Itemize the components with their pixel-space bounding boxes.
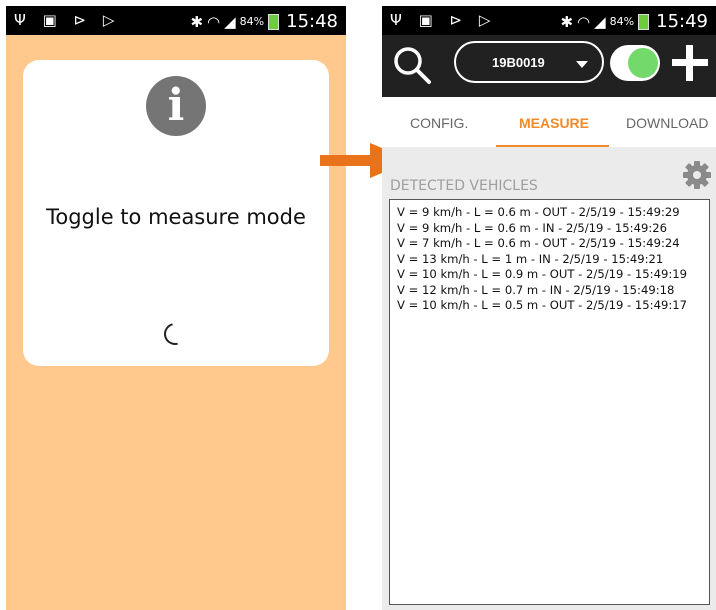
list-item: V = 10 km/h - L = 0.9 m - OUT - 2/5/19 -… bbox=[397, 267, 687, 281]
app-toolbar: 19B0019 bbox=[382, 35, 716, 97]
left-phone-screen: Ψ ▣ ⊳ ▷ ✱ ◠ ◢ 84% 15:48 i Toggle to meas… bbox=[6, 6, 346, 610]
status-bar: Ψ ▣ ⊳ ▷ ✱ ◠ ◢ 84% 15:49 bbox=[382, 6, 716, 35]
bluetooth-icon: ✱ bbox=[560, 12, 574, 31]
status-notification-icons: Ψ ▣ ⊳ ▷ bbox=[14, 11, 121, 29]
list-item: V = 7 km/h - L = 0.6 m - OUT - 2/5/19 - … bbox=[397, 236, 680, 250]
dialog-message: Toggle to measure mode bbox=[46, 205, 306, 229]
battery-icon bbox=[638, 13, 650, 30]
plus-icon[interactable] bbox=[670, 43, 710, 83]
list-item: V = 13 km/h - L = 1 m - IN - 2/5/19 - 15… bbox=[397, 251, 664, 266]
search-icon[interactable] bbox=[392, 45, 432, 85]
status-right-group: ✱ ◠ ◢ 84% 15:48 bbox=[190, 11, 338, 32]
device-select[interactable]: 19B0019 bbox=[454, 41, 604, 83]
info-icon: i bbox=[146, 76, 206, 136]
tab-measure[interactable]: MEASURE bbox=[519, 115, 589, 131]
tab-bar: CONFIG. MEASURE DOWNLOAD bbox=[382, 97, 716, 147]
section-title: DETECTED VEHICLES bbox=[390, 178, 538, 194]
wifi-icon: ◠ bbox=[577, 12, 591, 31]
detected-vehicles-list[interactable]: V = 9 km/h - L = 0.6 m - OUT - 2/5/19 - … bbox=[389, 199, 710, 605]
info-dialog: i Toggle to measure mode bbox=[23, 60, 329, 366]
bluetooth-icon: ✱ bbox=[190, 12, 204, 31]
status-bar: Ψ ▣ ⊳ ▷ ✱ ◠ ◢ 84% 15:48 bbox=[6, 6, 346, 35]
list-item: V = 12 km/h - L = 0.7 m - IN - 2/5/19 - … bbox=[397, 282, 675, 297]
status-time: 15:48 bbox=[286, 11, 338, 32]
battery-icon bbox=[268, 13, 280, 30]
status-notification-icons: Ψ ▣ ⊳ ▷ bbox=[390, 11, 497, 29]
wifi-icon: ◠ bbox=[207, 12, 221, 31]
active-tab-indicator bbox=[496, 145, 609, 147]
battery-percent: 84% bbox=[239, 15, 265, 28]
status-right-group: ✱ ◠ ◢ 84% 15:49 bbox=[560, 11, 708, 32]
status-time: 15:49 bbox=[656, 11, 708, 32]
tab-config[interactable]: CONFIG. bbox=[410, 115, 468, 131]
plus-icon-vertical bbox=[686, 45, 693, 81]
list-item: V = 9 km/h - L = 0.6 m - OUT - 2/5/19 - … bbox=[397, 205, 680, 219]
device-select-value: 19B0019 bbox=[492, 55, 545, 70]
measure-mode-toggle[interactable] bbox=[610, 45, 660, 81]
list-item: V = 9 km/h - L = 0.6 m - IN - 2/5/19 - 1… bbox=[397, 220, 667, 235]
list-item: V = 10 km/h - L = 0.5 m - OUT - 2/5/19 -… bbox=[397, 298, 687, 312]
chevron-down-icon bbox=[576, 61, 588, 68]
tab-download[interactable]: DOWNLOAD bbox=[626, 115, 708, 131]
toggle-knob bbox=[628, 48, 658, 78]
gear-icon[interactable] bbox=[682, 160, 712, 190]
right-phone-screen: Ψ ▣ ⊳ ▷ ✱ ◠ ◢ 84% 15:49 19B0019 CONFIG. … bbox=[382, 6, 716, 610]
battery-percent: 84% bbox=[609, 15, 635, 28]
signal-icon: ◢ bbox=[224, 12, 236, 31]
signal-icon: ◢ bbox=[594, 12, 606, 31]
loading-spinner-icon bbox=[159, 318, 191, 350]
